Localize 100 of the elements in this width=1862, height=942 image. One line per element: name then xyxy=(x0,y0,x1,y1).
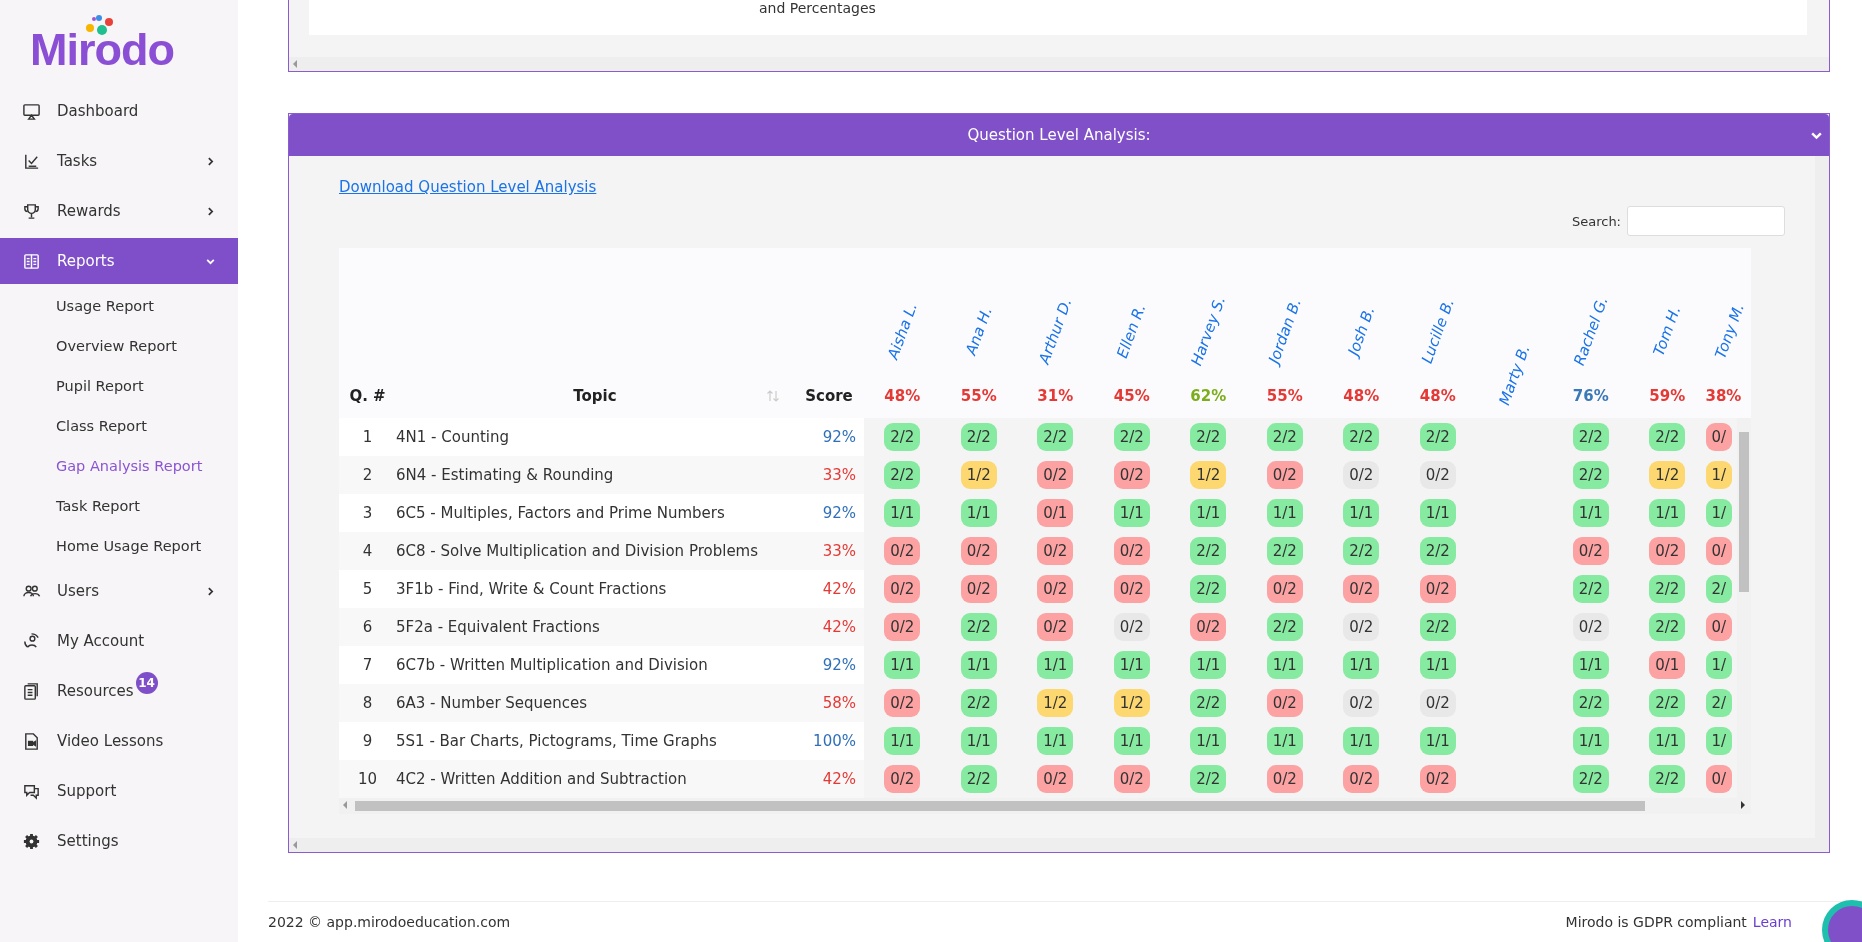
result-badge: 2/2 xyxy=(1649,575,1686,603)
result-badge: 1/1 xyxy=(1266,499,1303,527)
score-cell: 92% xyxy=(822,504,856,522)
result-badge: 2/2 xyxy=(960,423,997,451)
result-badge: 1/1 xyxy=(1343,651,1380,679)
topic-cell: 6C8 - Solve Multiplication and Division Problems xyxy=(396,542,759,560)
student-name[interactable]: Ana H. xyxy=(961,304,996,358)
nav-item[interactable]: Rewards xyxy=(0,186,238,236)
result-badge: 2/2 xyxy=(1419,537,1456,565)
nav-item[interactable]: Settings xyxy=(0,816,238,866)
panel-text: and Percentages xyxy=(759,0,876,16)
result-badge: 0/2 xyxy=(960,575,997,603)
result-badge: 0/ xyxy=(1705,613,1733,641)
score-cell: 92% xyxy=(822,656,856,674)
question-number: 5 xyxy=(362,580,373,598)
result-badge: 1/2 xyxy=(1113,689,1150,717)
student-name[interactable]: Tom H. xyxy=(1649,303,1685,359)
nav-item[interactable]: Dashboard xyxy=(0,86,238,136)
nav-item[interactable]: Reports xyxy=(0,238,238,284)
result-badge: 0/2 xyxy=(1037,575,1074,603)
scrollbar[interactable] xyxy=(1815,156,1829,838)
column-header[interactable]: Topic xyxy=(573,387,617,405)
result-badge: 0/2 xyxy=(1266,689,1303,717)
result-badge: 1/ xyxy=(1705,461,1733,489)
student-name[interactable]: Marty B. xyxy=(1495,342,1534,408)
student-score: 62% xyxy=(1190,386,1227,407)
score-cell: 42% xyxy=(822,618,856,636)
result-badge: 2/2 xyxy=(1649,423,1686,451)
video-file-icon xyxy=(22,731,41,751)
result-badge: 2/2 xyxy=(1266,537,1303,565)
nav-item[interactable]: Tasks xyxy=(0,136,238,186)
result-badge: 0/2 xyxy=(1113,765,1150,793)
result-badge: 0/2 xyxy=(1113,461,1150,489)
trophy-icon xyxy=(22,201,41,221)
submenu-item[interactable]: Overview Report xyxy=(0,326,238,366)
sort-icon[interactable] xyxy=(766,390,780,402)
nav-item[interactable]: Users xyxy=(0,566,238,616)
submenu-item[interactable]: Gap Analysis Report xyxy=(0,446,238,486)
result-badge: 2/2 xyxy=(884,423,921,451)
nav-item[interactable]: Resources 14 xyxy=(0,666,238,716)
result-badge: 2/2 xyxy=(960,689,997,717)
result-badge: 2/2 xyxy=(1190,537,1227,565)
result-badge: 2/2 xyxy=(1266,423,1303,451)
submenu-item[interactable]: Task Report xyxy=(0,486,238,526)
nav-item[interactable]: Support xyxy=(0,766,238,816)
nav-item[interactable]: My Account xyxy=(0,616,238,666)
download-link[interactable]: Download Question Level Analysis xyxy=(339,178,597,196)
submenu-item[interactable]: Usage Report xyxy=(0,286,238,326)
result-badge: 2/2 xyxy=(1649,765,1686,793)
student-name[interactable]: Tony M. xyxy=(1711,300,1748,362)
result-badge: 1/1 xyxy=(1419,727,1456,755)
topic-cell: 4C2 - Written Addition and Subtraction xyxy=(396,770,687,788)
result-badge: 0/2 xyxy=(1113,537,1150,565)
student-score: 48% xyxy=(1343,386,1380,407)
score-cell: 58% xyxy=(822,694,856,712)
logo[interactable]: Mirodo xyxy=(30,14,180,76)
nav-item[interactable]: Video Lessons xyxy=(0,716,238,766)
result-badge: 0/2 xyxy=(884,575,921,603)
topic-cell: 4N1 - Counting xyxy=(396,428,509,446)
student-name[interactable]: Aisha L. xyxy=(883,300,921,362)
result-badge: 1/1 xyxy=(1190,499,1227,527)
student-name[interactable]: Arthur D. xyxy=(1035,295,1076,367)
scrollbar[interactable] xyxy=(289,838,1829,852)
result-badge: 0/2 xyxy=(1037,537,1074,565)
column-header[interactable]: Score xyxy=(805,387,853,405)
result-badge: 0/2 xyxy=(1113,613,1150,641)
result-badge: 2/2 xyxy=(1649,689,1686,717)
score-cell: 33% xyxy=(822,466,856,484)
student-score: 76% xyxy=(1572,386,1609,407)
question-number: 2 xyxy=(362,466,373,484)
student-name[interactable]: Josh B. xyxy=(1344,304,1379,358)
result-badge: 0/2 xyxy=(1037,461,1074,489)
result-badge: 2/2 xyxy=(1113,423,1150,451)
result-badge: 0/1 xyxy=(1037,499,1074,527)
student-score: 55% xyxy=(1266,386,1303,407)
question-number: 4 xyxy=(362,542,373,560)
result-badge: 1/2 xyxy=(960,461,997,489)
question-number: 9 xyxy=(362,732,373,750)
result-badge: 1/2 xyxy=(1190,461,1227,489)
result-badge: 0/2 xyxy=(1649,537,1686,565)
result-badge: 1/1 xyxy=(1343,727,1380,755)
result-badge: 1/1 xyxy=(960,651,997,679)
submenu-item[interactable]: Pupil Report xyxy=(0,366,238,406)
student-name[interactable]: Ellen R. xyxy=(1113,301,1150,361)
learn-link[interactable]: Learn xyxy=(1752,914,1792,930)
scrollbar[interactable] xyxy=(289,57,1829,71)
submenu-item[interactable]: Class Report xyxy=(0,406,238,446)
result-badge: 0/2 xyxy=(1572,537,1609,565)
result-badge: 2/2 xyxy=(1419,423,1456,451)
panel-header[interactable]: Question Level Analysis: xyxy=(289,114,1829,156)
result-badge: 1/1 xyxy=(1266,651,1303,679)
result-badge: 0/2 xyxy=(1343,613,1380,641)
column-header[interactable]: Q. # xyxy=(349,387,386,405)
result-badge: 1/2 xyxy=(1649,461,1686,489)
result-badge: 2/ xyxy=(1705,575,1733,603)
submenu-item[interactable]: Home Usage Report xyxy=(0,526,238,566)
result-badge: 0/2 xyxy=(884,613,921,641)
panel-title: Question Level Analysis: xyxy=(967,126,1151,144)
search-field[interactable] xyxy=(1627,206,1785,236)
result-badge: 2/2 xyxy=(1649,613,1686,641)
